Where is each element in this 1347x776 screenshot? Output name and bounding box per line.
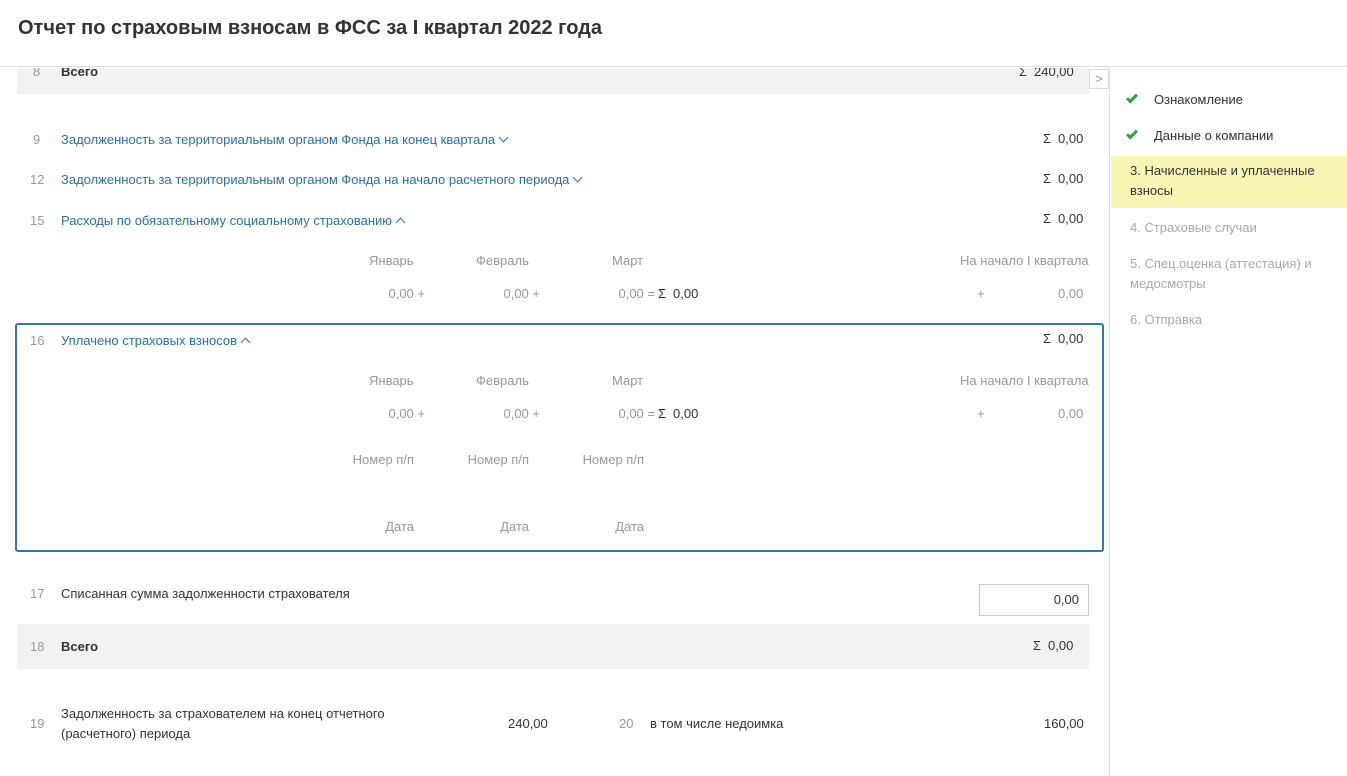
jan-input[interactable]: 0,00 + [360, 286, 425, 301]
page-header: Отчет по страховым взносам в ФСС за I кв… [0, 0, 1347, 67]
row-value: 160,00 [1044, 716, 1084, 731]
row-12-expand-link[interactable]: Задолженность за территориальным органом… [61, 172, 583, 187]
plus-sign: + [977, 406, 985, 421]
sigma-icon: Σ [658, 406, 667, 421]
row-number: 19 [30, 716, 45, 731]
row-number: 8 [33, 68, 41, 79]
date-field-feb[interactable]: Дата [465, 519, 529, 534]
doc-number-field-jan[interactable]: Номер п/п [330, 452, 414, 467]
row-9-expand-link[interactable]: Задолженность за территориальным органом… [61, 132, 509, 147]
sigma-icon: Σ [658, 286, 667, 301]
row-number: 9 [33, 132, 41, 147]
jan-input[interactable]: 0,00 + [360, 406, 425, 421]
month-header-jan: Январь [369, 253, 414, 268]
sigma-icon: Σ [1043, 171, 1052, 186]
month-header-feb: Февраль [476, 253, 529, 268]
row-number: 20 [619, 716, 634, 731]
date-field-mar[interactable]: Дата [580, 519, 644, 534]
month-header-feb: Февраль [476, 373, 529, 388]
step-label: 3. Начисленные и уплаченные взносы [1130, 163, 1315, 198]
row-value: 0,00 [1058, 211, 1084, 226]
step-label: 5. Спец.оценка (аттестация) и медосмотры [1130, 256, 1312, 291]
chevron-down-icon [572, 172, 583, 183]
sigma-icon: Σ [1043, 131, 1052, 146]
chevron-up-icon [240, 337, 251, 348]
sigma-icon: Σ [1019, 68, 1028, 79]
step-item-intro[interactable]: Ознакомление [1111, 90, 1347, 110]
total-band [17, 68, 1089, 94]
step-item-company[interactable]: Данные о компании [1111, 126, 1347, 146]
step-item-special-assessment[interactable]: 5. Спец.оценка (аттестация) и медосмотры [1111, 254, 1347, 294]
month-header-jan: Январь [369, 373, 414, 388]
row-number: 12 [30, 172, 45, 187]
month-header-mar: Март [612, 253, 644, 268]
doc-number-field-mar[interactable]: Номер п/п [560, 452, 644, 467]
chevron-down-icon [498, 132, 509, 143]
row-label: Уплачено страховых взносов [61, 333, 238, 348]
date-field-jan[interactable]: Дата [350, 519, 414, 534]
quarter-start-header: На начало I квартала [960, 253, 1089, 268]
page-title: Отчет по страховым взносам в ФСС за I кв… [18, 17, 602, 39]
row-value: 0,00 [1058, 131, 1084, 146]
row-number: 15 [30, 213, 45, 228]
row-value: 0,00 [1048, 638, 1074, 653]
check-icon [1125, 127, 1139, 140]
sigma-icon: Σ [1033, 638, 1042, 653]
doc-number-field-feb[interactable]: Номер п/п [445, 452, 529, 467]
month-header-mar: Март [612, 373, 644, 388]
row-value: 240,00 [508, 716, 548, 731]
quarter-total: 0,00 [673, 286, 699, 301]
row-16-collapse-link[interactable]: Уплачено страховых взносов [61, 333, 251, 348]
check-icon [1125, 91, 1139, 104]
row-value: 0,00 [1058, 171, 1084, 186]
form-content: 8 Всего Σ 240,00 9 Задолженность за терр… [0, 68, 1109, 776]
step-item-insurance-cases[interactable]: 4. Страховые случаи [1111, 218, 1347, 238]
plus-sign: + [977, 286, 985, 301]
row-label: Задолженность за территориальным органом… [61, 132, 496, 147]
step-label: 4. Страховые случаи [1130, 220, 1257, 235]
row-value: 0,00 [1058, 331, 1084, 346]
step-item-sending[interactable]: 6. Отправка [1111, 310, 1347, 330]
row-label: Всего [61, 639, 99, 654]
row-15-collapse-link[interactable]: Расходы по обязательному социальному стр… [61, 213, 406, 228]
chevron-up-icon [395, 217, 406, 228]
sigma-icon: Σ [1043, 211, 1052, 226]
mar-input[interactable]: 0,00 = [590, 406, 655, 421]
row-label: в том числе недоимка [650, 716, 784, 731]
written-off-debt-input[interactable]: 0,00 [979, 584, 1089, 616]
row-label-line2: (расчетного) периода [61, 726, 191, 741]
row-16-focused-block [15, 323, 1104, 552]
sigma-icon: Σ [1043, 331, 1052, 346]
row-label: Всего [61, 68, 99, 79]
row-label: Списанная сумма задолженности страховате… [61, 586, 350, 601]
quarter-start-input[interactable]: 0,00 [1058, 406, 1083, 421]
mar-input[interactable]: 0,00 = [590, 286, 655, 301]
row-label: Расходы по обязательному социальному стр… [61, 213, 393, 228]
step-label: 6. Отправка [1130, 312, 1203, 327]
row-number: 16 [30, 333, 45, 348]
row-label: Задолженность за территориальным органом… [61, 172, 570, 187]
step-item-contributions[interactable]: 3. Начисленные и уплаченные взносы [1111, 156, 1347, 208]
steps-sidebar: > Ознакомление Данные о компании 3. Начи… [1089, 68, 1347, 776]
quarter-total: 0,00 [673, 406, 699, 421]
row-number: 17 [30, 586, 45, 601]
row-label-line1: Задолженность за страхователем на конец … [61, 706, 385, 721]
chevron-right-icon: > [1095, 71, 1103, 86]
row-value: 240,00 [1034, 68, 1074, 79]
feb-input[interactable]: 0,00 + [475, 406, 540, 421]
step-label: Данные о компании [1154, 128, 1274, 143]
quarter-start-input[interactable]: 0,00 [1058, 286, 1083, 301]
row-number: 18 [30, 639, 45, 654]
sidebar-toggle-button[interactable]: > [1089, 69, 1109, 89]
feb-input[interactable]: 0,00 + [475, 286, 540, 301]
total-band [17, 624, 1089, 669]
quarter-start-header: На начало I квартала [960, 373, 1089, 388]
step-label: Ознакомление [1154, 92, 1243, 107]
